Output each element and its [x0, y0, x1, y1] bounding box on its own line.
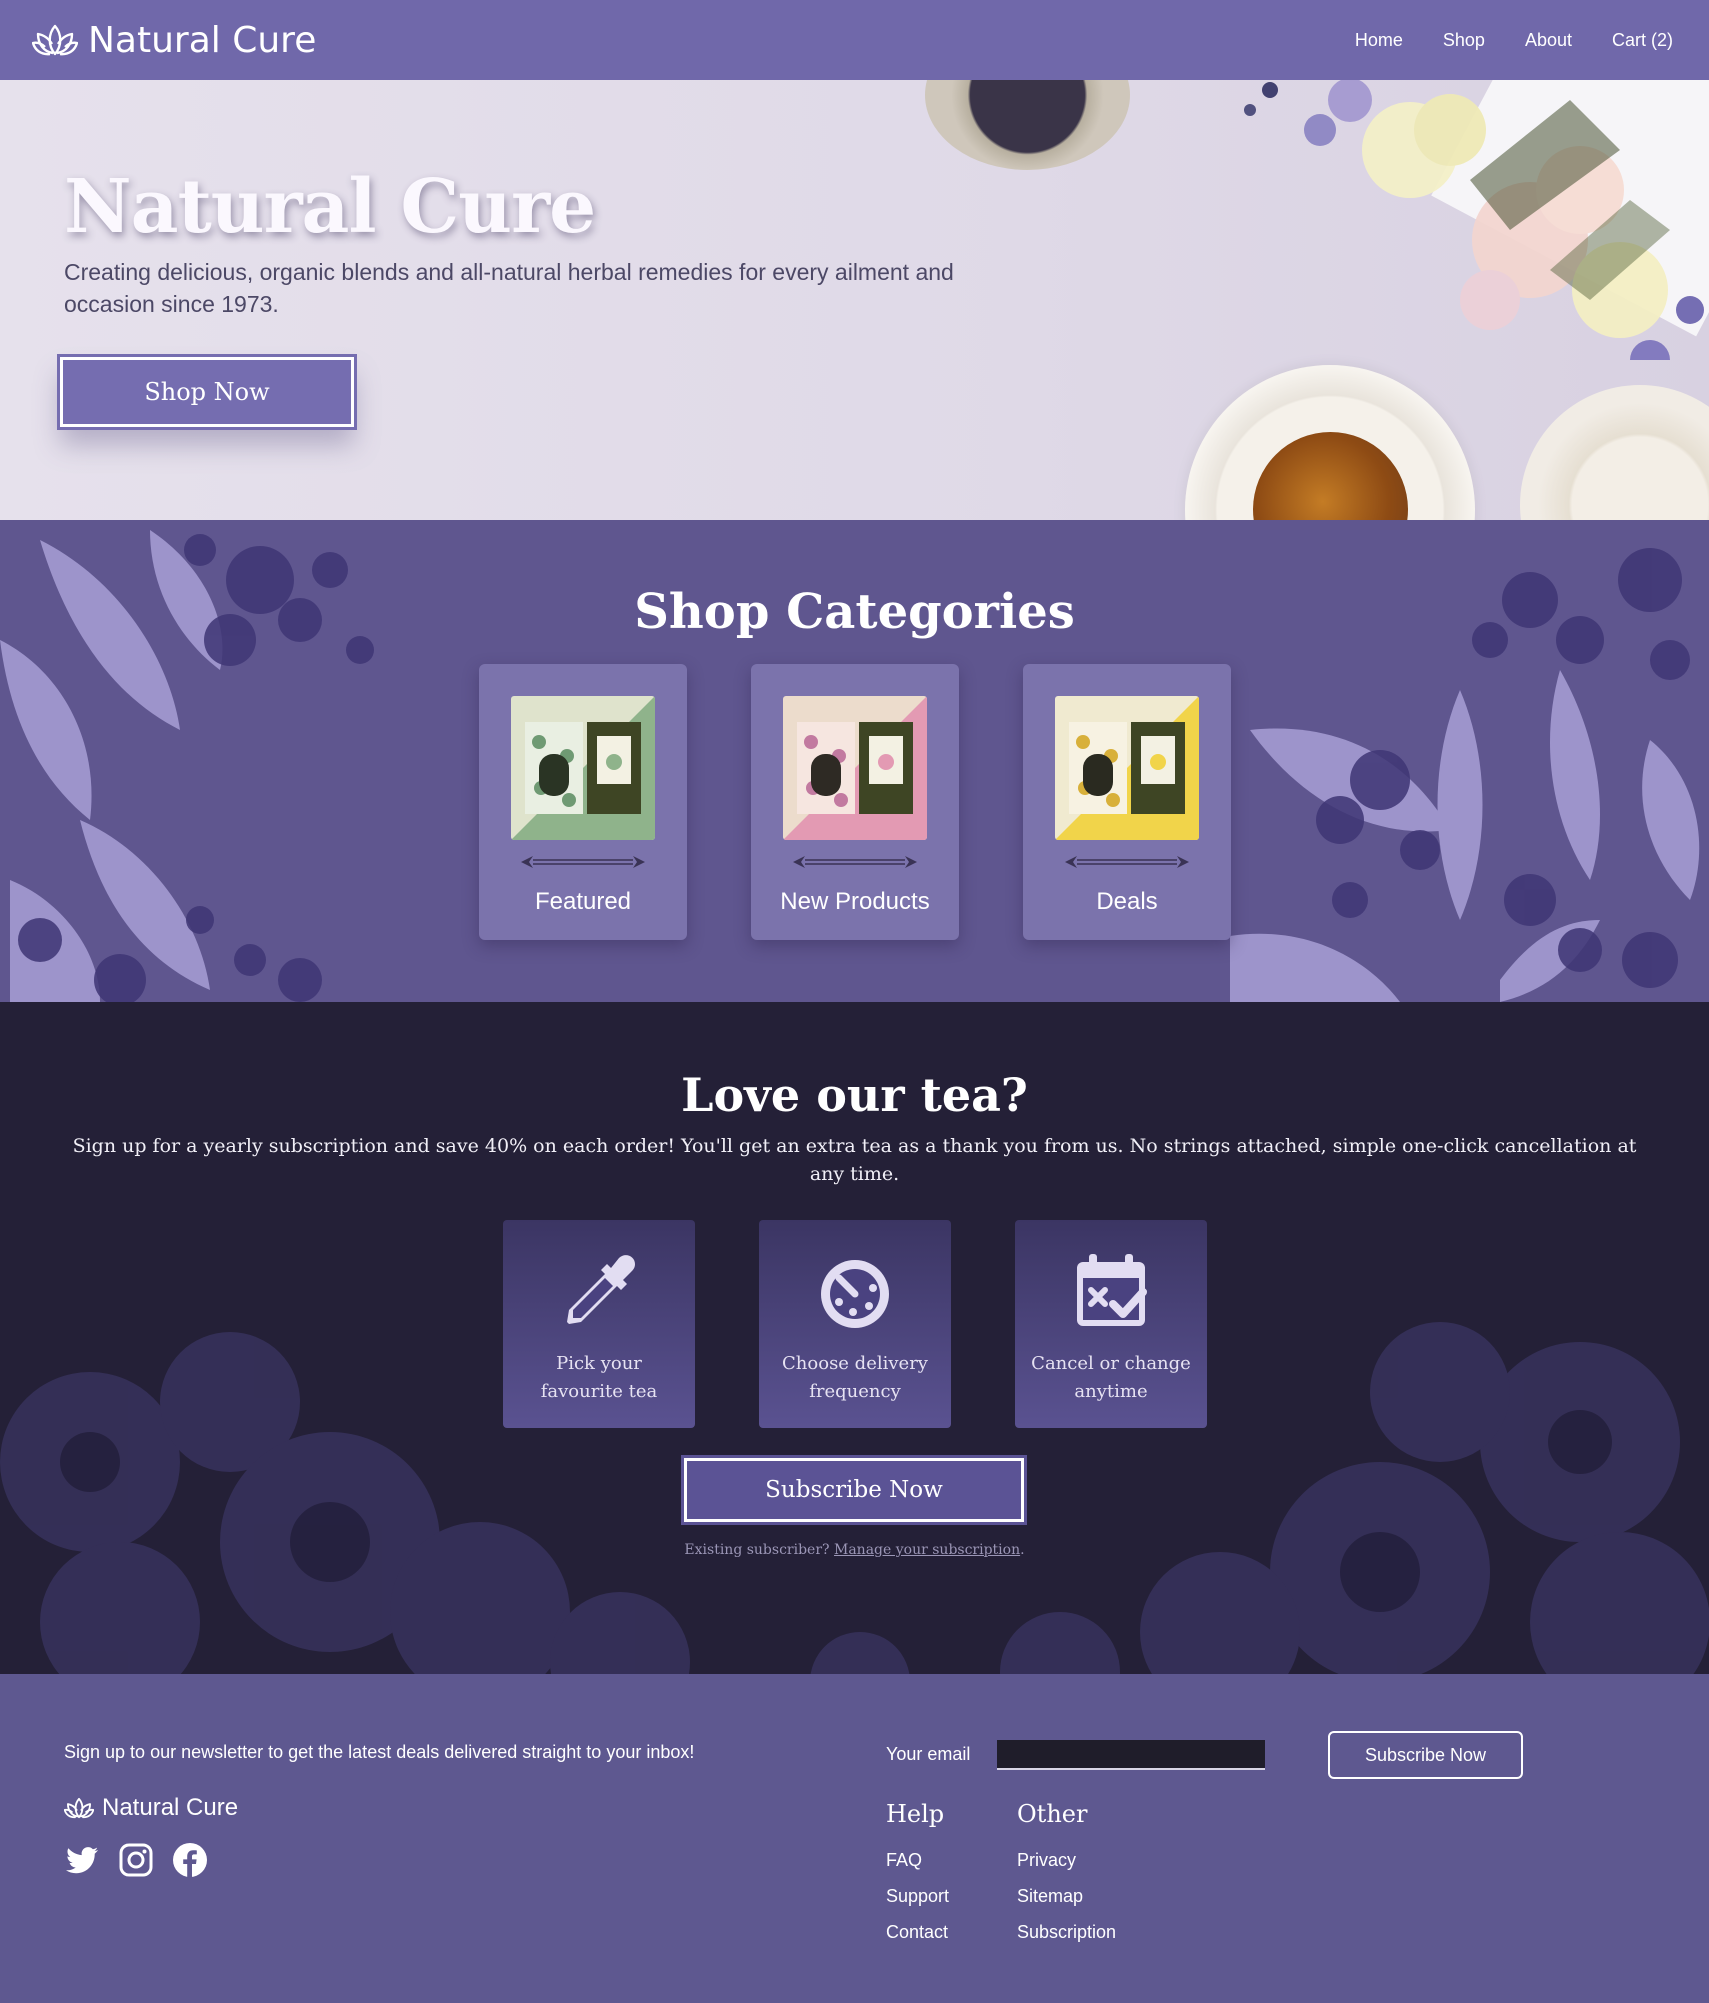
subscribe-now-button[interactable]: Subscribe Now	[681, 1455, 1027, 1525]
brand[interactable]: Natural Cure	[32, 20, 316, 61]
brand-name: Natural Cure	[88, 19, 317, 61]
nav-link-about[interactable]: About	[1525, 30, 1572, 51]
category-image-new-products	[783, 696, 927, 840]
nav-links: Home Shop About Cart (2)	[1355, 30, 1673, 51]
footer-link-faq[interactable]: FAQ	[886, 1842, 949, 1878]
category-card-new-products[interactable]: New Products	[751, 664, 959, 940]
hero-title: Natural Cure	[64, 164, 596, 250]
footer: Sign up to our newsletter to get the lat…	[0, 1674, 1709, 2003]
feature-card-pick-tea: Pick your favourite tea	[503, 1220, 695, 1428]
hero-section: Natural Cure Creating delicious, organic…	[0, 80, 1709, 520]
category-image-deals	[1055, 696, 1199, 840]
footer-brand-name: Natural Cure	[102, 1794, 239, 1821]
footer-brand[interactable]: Natural Cure	[64, 1794, 238, 1822]
ornament-divider	[1065, 856, 1189, 868]
category-card-featured[interactable]: Featured	[479, 664, 687, 940]
newsletter-text: Sign up to our newsletter to get the lat…	[64, 1742, 695, 1762]
footer-link-privacy[interactable]: Privacy	[1017, 1842, 1116, 1878]
email-label: Your email	[886, 1744, 971, 1764]
footer-link-sitemap[interactable]: Sitemap	[1017, 1878, 1116, 1914]
footer-link-subscription[interactable]: Subscription	[1017, 1914, 1116, 1950]
nav-link-cart[interactable]: Cart (2)	[1612, 30, 1673, 51]
lotus-logo-icon	[64, 1797, 94, 1819]
email-input[interactable]	[997, 1740, 1265, 1770]
hero-teapot-decoration	[1520, 385, 1709, 520]
existing-subscriber-end: .	[1020, 1542, 1025, 1558]
nav-link-shop[interactable]: Shop	[1443, 30, 1485, 51]
category-label: Deals	[1096, 888, 1158, 915]
facebook-icon[interactable]	[172, 1842, 208, 1878]
hero-subtitle: Creating delicious, organic blends and a…	[64, 259, 954, 317]
feature-label: Choose delivery frequency	[782, 1353, 928, 1402]
category-label: Featured	[534, 888, 632, 915]
feature-label: Pick your favourite tea	[540, 1353, 658, 1402]
shop-now-button[interactable]: Shop Now	[57, 354, 357, 430]
footer-help-column: Help FAQ Support Contact	[886, 1800, 949, 1950]
footer-link-contact[interactable]: Contact	[886, 1914, 949, 1950]
existing-subscriber-label: Existing subscriber?	[684, 1542, 830, 1558]
eyedropper-icon	[567, 1255, 635, 1324]
shop-categories-section: Shop Categories Featured New Products De…	[0, 520, 1709, 1002]
existing-subscriber-text: Existing subscriber? Manage your subscri…	[0, 1542, 1709, 1558]
twitter-icon[interactable]	[64, 1842, 100, 1878]
manage-subscription-link[interactable]: Manage your subscription	[834, 1542, 1020, 1558]
categories-title: Shop Categories	[634, 584, 1075, 640]
subscription-section: Love our tea? Sign up for a yearly subsc…	[0, 1002, 1709, 1674]
lotus-logo-icon	[32, 24, 78, 56]
nav-link-home[interactable]: Home	[1355, 30, 1403, 51]
navbar: Natural Cure Home Shop About Cart (2)	[0, 0, 1709, 80]
category-image-featured	[511, 696, 655, 840]
hero-herb-bowl	[925, 80, 1130, 170]
stopwatch-icon	[821, 1260, 889, 1328]
social-links	[64, 1842, 208, 1878]
subscription-title: Love our tea?	[681, 1068, 1028, 1122]
footer-help-title: Help	[886, 1800, 945, 1828]
feature-label: Cancel or change anytime	[1031, 1353, 1191, 1402]
calendar-check-icon	[1077, 1254, 1147, 1326]
footer-other-title: Other	[1017, 1800, 1088, 1828]
newsletter-subscribe-button[interactable]: Subscribe Now	[1328, 1731, 1523, 1779]
instagram-icon[interactable]	[118, 1842, 154, 1878]
category-label: New Products	[780, 888, 930, 915]
footer-link-support[interactable]: Support	[886, 1878, 949, 1914]
feature-card-delivery-frequency: Choose delivery frequency	[759, 1220, 951, 1428]
hero-flowers-image	[1244, 80, 1704, 360]
ornament-divider	[793, 856, 917, 868]
category-card-deals[interactable]: Deals	[1023, 664, 1231, 940]
feature-card-cancel-anytime: Cancel or change anytime	[1015, 1220, 1207, 1428]
subscription-description: Sign up for a yearly subscription and sa…	[72, 1135, 1637, 1185]
footer-other-column: Other Privacy Sitemap Subscription	[1017, 1800, 1116, 1950]
ornament-divider	[521, 856, 645, 868]
